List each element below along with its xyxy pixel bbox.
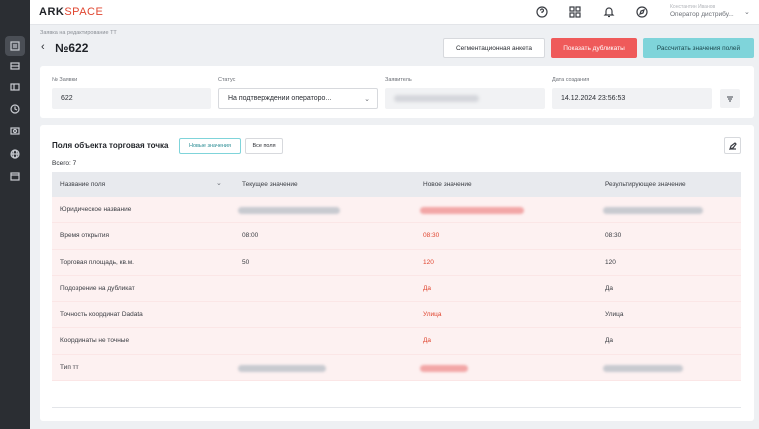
back-arrow-icon[interactable]: ‹ xyxy=(41,41,45,53)
chevron-down-icon: ⌄ xyxy=(364,96,370,103)
page-title: №622 xyxy=(55,41,89,55)
section-title: Поля объекта торговая точка xyxy=(52,141,169,150)
breadcrumb[interactable]: Заявка на редактирование ТТ xyxy=(40,30,117,36)
redacted-value xyxy=(420,207,524,214)
table-row[interactable]: Точность координат Dadata Улица Улица xyxy=(52,302,741,329)
table-row[interactable]: Тип тт xyxy=(52,354,741,382)
help-icon[interactable] xyxy=(535,5,549,19)
fields-card: Поля объекта торговая точка Новые значен… xyxy=(40,125,754,421)
result-value: Да xyxy=(605,284,614,292)
current-value: 50 xyxy=(242,258,250,266)
field-name: Время открытия xyxy=(60,232,110,240)
created-label: Дата создания xyxy=(552,77,590,83)
inbox-icon[interactable] xyxy=(5,56,25,76)
result-value: 08:30 xyxy=(605,232,622,240)
grid-icon[interactable] xyxy=(568,5,582,19)
toggle-all-fields[interactable]: Все поля xyxy=(245,138,283,154)
user-menu[interactable]: Константин Иванов Оператор дистрибу... ⌄ xyxy=(670,3,750,21)
user-role: Оператор дистрибу... xyxy=(670,11,734,18)
field-name: Торговая площадь, кв.м. xyxy=(60,258,134,266)
applicant-label: Заявитель xyxy=(385,77,412,83)
calculate-fields-button[interactable]: Рассчитать значения полей xyxy=(643,38,754,58)
result-value: 120 xyxy=(605,258,616,266)
chevron-down-icon[interactable]: ⌄ xyxy=(216,179,222,187)
column-header-result: Результирующее значение xyxy=(605,181,686,188)
edit-button[interactable] xyxy=(724,137,741,154)
fields-table: Название поля ⌄ Текущее значение Новое з… xyxy=(52,172,741,382)
segment-survey-button[interactable]: Сегментационная анкета xyxy=(443,38,545,58)
created-field: 14.12.2024 23:56:53 xyxy=(552,88,712,109)
field-name: Подозрение на дубликат xyxy=(60,284,135,292)
divider xyxy=(52,407,741,408)
new-value: Да xyxy=(423,337,432,345)
table-row[interactable]: Юридическое название xyxy=(52,197,741,224)
new-value: Улица xyxy=(423,311,442,319)
sidebar xyxy=(0,0,30,429)
request-number-field: 622 xyxy=(52,88,211,109)
result-value: Да xyxy=(605,337,614,345)
show-duplicates-button[interactable]: Показать дубликаты xyxy=(551,38,637,58)
redacted-value xyxy=(603,207,703,214)
bell-icon[interactable] xyxy=(602,5,616,19)
chevron-down-icon[interactable]: ⌄ xyxy=(744,8,750,16)
table-row[interactable]: Время открытия 08:00 08:30 08:30 xyxy=(52,223,741,250)
column-header-current: Текущее значение xyxy=(242,181,298,188)
compass-icon[interactable] xyxy=(635,5,649,19)
redacted-value xyxy=(238,207,340,214)
globe-icon[interactable] xyxy=(5,144,25,164)
topbar: ARKSPACE Константин Иванов Оператор дист… xyxy=(30,0,759,25)
total-count: Всего: 7 xyxy=(52,160,77,167)
folder-icon[interactable] xyxy=(5,77,25,97)
table-row[interactable]: Подозрение на дубликат Да Да xyxy=(52,275,741,303)
field-name: Координаты не точные xyxy=(60,337,130,345)
filter-button[interactable] xyxy=(720,89,740,108)
result-value: Улица xyxy=(605,311,624,319)
logo[interactable]: ARKSPACE xyxy=(39,6,103,18)
field-name: Тип тт xyxy=(60,363,79,371)
request-number-label: № Заявки xyxy=(52,77,78,83)
redacted-value xyxy=(238,364,326,372)
users-icon[interactable] xyxy=(5,121,25,141)
column-header-new: Новое значение xyxy=(423,181,472,188)
user-name: Константин Иванов xyxy=(670,4,716,10)
new-value: Да xyxy=(423,284,432,292)
status-select[interactable]: На подтверждении операторо... ⌄ xyxy=(218,88,378,109)
field-name: Точность координат Dadata xyxy=(60,311,143,319)
field-name: Юридическое название xyxy=(60,206,132,213)
table-row[interactable]: Торговая площадь, кв.м. 50 120 120 xyxy=(52,249,741,276)
new-value: 08:30 xyxy=(423,232,440,240)
table-header: Название поля ⌄ Текущее значение Новое з… xyxy=(52,172,741,197)
redacted-value xyxy=(420,364,468,372)
redacted-value xyxy=(603,364,683,372)
status-label: Статус xyxy=(218,77,236,83)
applicant-field xyxy=(385,88,545,109)
history-icon[interactable] xyxy=(5,99,25,119)
calendar-icon[interactable] xyxy=(5,166,25,186)
current-value: 08:00 xyxy=(242,232,259,240)
requests-icon[interactable] xyxy=(5,36,25,56)
toggle-new-values[interactable]: Новые значения xyxy=(179,138,241,154)
column-header-name: Название поля xyxy=(60,181,106,188)
table-row[interactable]: Координаты не точные Да Да xyxy=(52,328,741,355)
new-value: 120 xyxy=(423,258,434,266)
request-info-card: № Заявки 622 Статус На подтверждении опе… xyxy=(40,66,754,118)
